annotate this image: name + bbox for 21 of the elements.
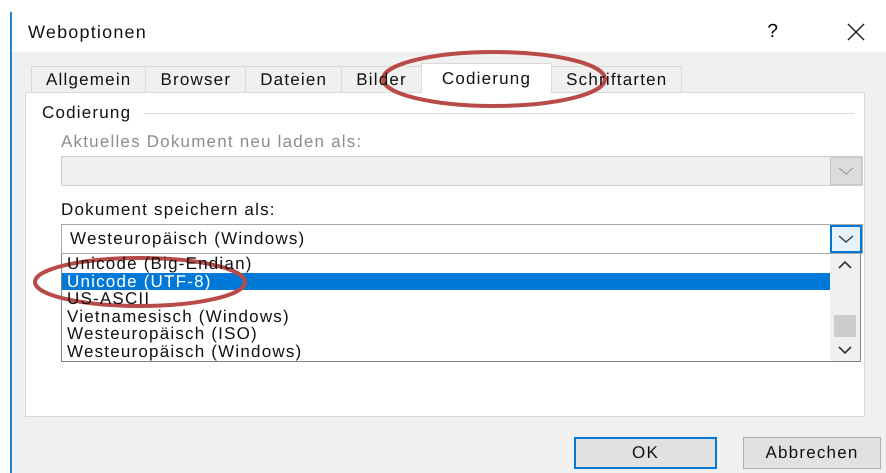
chevron-down-icon — [830, 157, 862, 185]
help-button[interactable]: ? — [767, 21, 778, 43]
tab[interactable]: Codierung — [420, 63, 552, 93]
dialog-button[interactable]: OK — [574, 437, 717, 469]
group-title: Codierung — [42, 103, 132, 123]
dropdown-option[interactable]: US-ASCII — [62, 290, 830, 308]
chevron-down-icon[interactable] — [830, 225, 862, 253]
field-label: Dokument speichern als: — [61, 200, 277, 221]
dropdown-option[interactable]: Westeuropäisch (Windows) — [62, 342, 830, 360]
scrollbar-thumb[interactable] — [834, 315, 856, 337]
dialog-button[interactable]: Abbrechen — [743, 437, 881, 469]
tab[interactable]: Allgemein — [31, 66, 146, 92]
close-icon[interactable] — [846, 22, 866, 42]
dropdown-option[interactable]: Vietnamesisch (Windows) — [62, 308, 830, 325]
window-title: Weboptionen — [28, 22, 148, 42]
dropdown-value: Westeuropäisch (Windows) — [69, 229, 306, 249]
scrollbar[interactable] — [830, 254, 860, 361]
dropdown-option[interactable]: Westeuropäisch (ISO) — [62, 325, 830, 342]
dropdown-option[interactable]: Unicode (UTF-8) — [62, 272, 830, 290]
field-label: Aktuelles Dokument neu laden als: — [61, 132, 364, 153]
encoding-dropdown[interactable]: Westeuropäisch (Windows) — [61, 224, 863, 254]
